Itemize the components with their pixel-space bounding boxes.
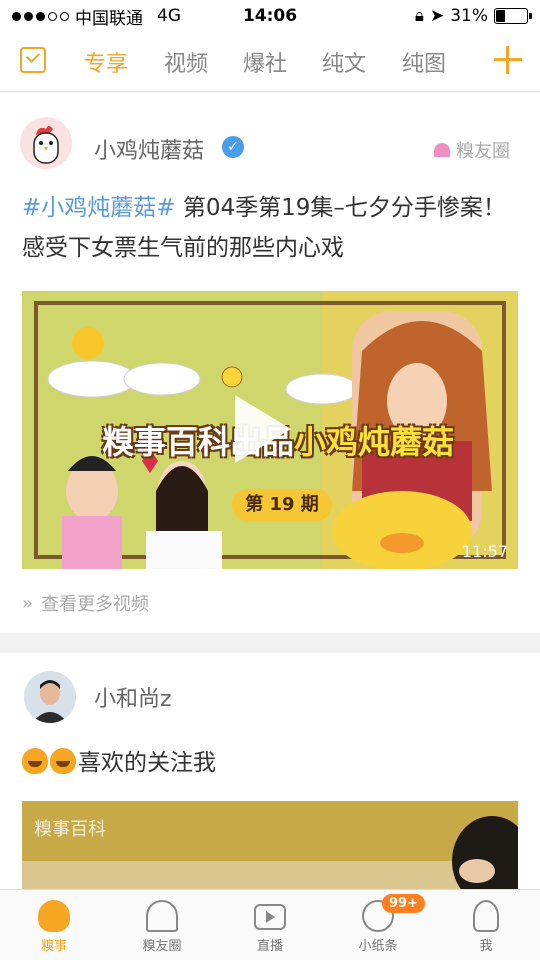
post-card: 小和尚z 喜欢的关注我 糗事百科 — [0, 653, 540, 889]
watermark-logo: 糗事百科 — [34, 819, 106, 840]
unread-badge: 99+ — [382, 894, 425, 913]
tabbar-label: 小纸条 — [358, 939, 398, 954]
add-icon[interactable] — [494, 46, 522, 74]
tab-video[interactable]: 视频 — [164, 46, 208, 78]
verified-icon: ✓ — [222, 136, 244, 158]
tabbar-label: 糗事 — [40, 939, 67, 954]
banner-yellow-text: 小鸡炖蘑菇 — [294, 423, 455, 461]
checkin-icon[interactable] — [20, 47, 46, 73]
post-text[interactable]: #小鸡炖蘑菇# 第04季第19集–七夕分手惨案！感受下女票生气前的那些内心戏 — [22, 188, 518, 268]
status-bar: 中国联通 4G 14:06 🔒︎ ➤ 31% — [0, 0, 540, 32]
chicken-avatar-icon — [20, 117, 72, 169]
circle-tag[interactable]: 糗友圈 — [434, 137, 510, 163]
top-nav: 专享 视频 爆社 纯文 纯图 — [0, 32, 540, 92]
post-body: 喜欢的关注我 — [78, 750, 216, 776]
tabbar-label: 糗友圈 — [142, 939, 182, 954]
username[interactable]: 小鸡炖蘑菇 — [94, 133, 204, 165]
tabbar-item-qiushi[interactable]: 糗事 — [0, 890, 108, 960]
video-thumbnail[interactable]: 糗事百科出品小鸡炖蘑菇 第 19 期 11:57 — [22, 291, 518, 569]
tab-image[interactable]: 纯图 — [402, 46, 446, 78]
post-image[interactable]: 糗事百科 — [22, 801, 518, 889]
post-text[interactable]: 喜欢的关注我 — [22, 743, 518, 783]
status-left: 中国联通 4G — [12, 4, 415, 29]
profile-icon — [473, 900, 499, 932]
rotation-lock-icon: 🔒︎ — [414, 6, 424, 26]
network-type: 4G — [157, 6, 181, 26]
poop-emoji-icon — [50, 748, 76, 774]
battery-level — [496, 10, 506, 22]
tabbar-item-messages[interactable]: 99+ 小纸条 — [324, 890, 432, 960]
user-avatar-icon — [24, 671, 76, 723]
tab-hot[interactable]: 爆社 — [243, 46, 287, 78]
tab-exclusive[interactable]: 专享 — [84, 46, 128, 78]
username[interactable]: 小和尚z — [94, 681, 172, 713]
location-icon: ➤ — [429, 6, 445, 26]
avatar[interactable] — [24, 671, 76, 723]
more-videos-label: 查看更多视频 — [41, 594, 150, 615]
tabbar-label: 直播 — [256, 939, 283, 954]
status-right: 🔒︎ ➤ 31% — [414, 6, 532, 26]
more-videos-link[interactable]: » 查看更多视频 — [22, 590, 149, 616]
battery-icon — [494, 8, 532, 24]
hashtag-link[interactable]: #小鸡炖蘑菇# — [22, 195, 176, 221]
video-duration: 11:57 — [461, 542, 508, 561]
bottom-tabbar: 糗事 糗友圈 直播 99+ 小纸条 我 — [0, 889, 540, 960]
circle-tag-label: 糗友圈 — [456, 141, 510, 162]
tabbar-item-me[interactable]: 我 — [432, 890, 540, 960]
circle-tag-icon — [434, 143, 450, 157]
play-icon[interactable] — [235, 395, 291, 463]
double-chevron-icon: » — [22, 592, 34, 614]
tabbar-item-circle[interactable]: 糗友圈 — [108, 890, 216, 960]
post-card: 小鸡炖蘑菇 ✓ 糗友圈 #小鸡炖蘑菇# 第04季第19集–七夕分手惨案！感受下女… — [0, 93, 540, 633]
poop-icon — [38, 900, 70, 932]
tab-text[interactable]: 纯文 — [322, 46, 366, 78]
battery-percent: 31% — [450, 6, 488, 26]
circle-icon — [146, 900, 178, 932]
avatar[interactable] — [20, 117, 72, 169]
episode-label: 第 19 期 — [232, 489, 332, 521]
tabbar-item-live[interactable]: 直播 — [216, 890, 324, 960]
signal-icon — [12, 11, 69, 21]
poop-emoji-icon — [22, 748, 48, 774]
tv-icon — [254, 904, 286, 930]
carrier-name: 中国联通 — [75, 8, 143, 29]
tabbar-label: 我 — [479, 939, 493, 954]
